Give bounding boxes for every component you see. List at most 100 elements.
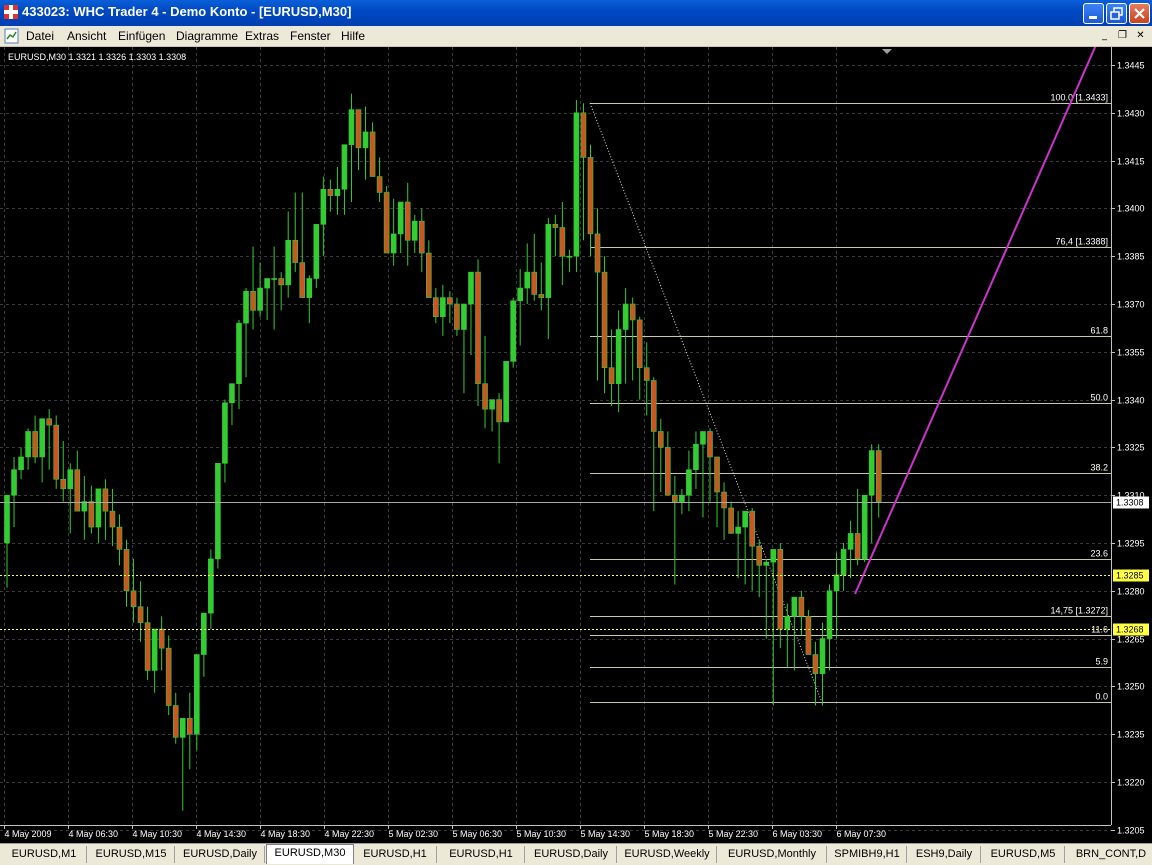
candle-body — [264, 278, 270, 289]
candle-body — [693, 443, 699, 471]
menu-fenster[interactable]: Fenster — [290, 29, 331, 43]
chart-tab[interactable]: EURUSD,H1 — [438, 846, 525, 863]
fib-level-label: 100.0 [1.3433] — [1050, 93, 1108, 103]
chart-tab[interactable]: EURUSD,Monthly — [718, 846, 827, 863]
candle-body — [573, 112, 580, 257]
candle-body — [369, 131, 376, 177]
chart-tab[interactable]: EURUSD,Daily — [526, 846, 617, 863]
candle-body — [334, 188, 341, 196]
candle-body — [222, 402, 228, 464]
candle-body — [179, 717, 186, 738]
chart-tab[interactable]: EURUSD,H1 — [354, 846, 437, 863]
candle-body — [798, 596, 805, 617]
candle-body — [608, 367, 615, 384]
candle-body — [74, 469, 81, 512]
menu-extras[interactable]: Extras — [245, 29, 279, 43]
close-button[interactable] — [1129, 3, 1150, 24]
chart-tab[interactable]: EURUSD,M15 — [88, 846, 175, 863]
bid-price-label: 1.3308 — [1116, 498, 1144, 508]
chart-tab[interactable]: EURUSD,M1 — [2, 846, 87, 863]
candle-body — [348, 109, 355, 145]
candle-body — [545, 224, 552, 298]
time-label: 4 May 2009 — [5, 829, 52, 839]
candle-body — [285, 239, 292, 286]
minimize-button[interactable] — [1083, 3, 1104, 24]
candle-body — [643, 367, 650, 381]
candle-body — [784, 615, 791, 630]
candle-body — [46, 418, 52, 426]
price-label: 1.3445 — [1117, 61, 1145, 71]
candle-body — [566, 255, 573, 258]
chart-tab[interactable]: EURUSD,Weekly — [618, 846, 717, 863]
chart-tab[interactable]: ESH9,Daily — [908, 846, 981, 863]
symbol-info: EURUSD,M30 1.3321 1.3326 1.3303 1.3308 — [8, 52, 186, 62]
menu-diagramme[interactable]: Diagramme — [176, 29, 238, 43]
fib-level-label: 50.0 — [1090, 393, 1108, 403]
chart-tab[interactable]: EURUSD,M5 — [982, 846, 1065, 863]
candle-body — [95, 488, 102, 528]
candle-body — [665, 447, 671, 496]
candle-body — [425, 252, 432, 298]
candle-body — [559, 227, 566, 257]
mdi-close-icon[interactable]: ✕ — [1133, 29, 1148, 43]
fib-level-label: 23.6 — [1090, 549, 1108, 559]
candle-body — [25, 431, 31, 458]
fib-level-label: 61.8 — [1090, 326, 1108, 336]
menu-datei[interactable]: Datei — [26, 29, 54, 43]
price-label: 1.3235 — [1117, 730, 1145, 740]
candle-body — [383, 192, 390, 254]
candle-body — [390, 233, 397, 254]
candle-body — [88, 501, 95, 528]
price-label: 1.3250 — [1117, 682, 1145, 692]
candle-body — [629, 303, 636, 321]
minimize-icon — [1089, 16, 1097, 19]
window-title: 433023: WHC Trader 4 - Demo Konto - [EUR… — [22, 4, 352, 19]
candle-body — [489, 399, 495, 410]
mdi-minimize-icon[interactable]: _ — [1097, 29, 1112, 43]
chart-tab[interactable]: EURUSD,Daily — [176, 846, 265, 863]
candle-body — [468, 271, 474, 305]
candle-body — [496, 399, 502, 423]
candle-body — [714, 456, 720, 493]
candle-body — [433, 297, 439, 318]
candle-body — [615, 329, 622, 384]
price-chart[interactable]: 100.0 [1.3433] 76,4 [1.3388] 61.8 50.0 38.2 2… — [0, 47, 1152, 843]
chart-tab[interactable]: SPMIBH9,H1 — [828, 846, 907, 863]
candle-body — [756, 545, 763, 566]
price-label: 1.3220 — [1117, 778, 1145, 788]
candle-body — [657, 431, 664, 448]
candle-body — [292, 239, 299, 263]
fib-level-label: 38.2 — [1090, 463, 1108, 473]
candle-body — [102, 488, 109, 512]
menu-hilfe[interactable]: Hilfe — [341, 29, 365, 43]
time-label: 5 May 18:30 — [645, 829, 695, 839]
chart-canvas[interactable]: 100.0 [1.3433] 76,4 [1.3388] 61.8 50.0 38.2 2… — [0, 47, 1152, 843]
mdi-restore-icon[interactable]: ❐ — [1115, 29, 1130, 43]
candle-body — [53, 424, 60, 480]
fib-level-label: 0.0 — [1095, 692, 1108, 702]
candle-body — [116, 526, 123, 550]
restore-button[interactable] — [1106, 3, 1127, 24]
close-icon — [1134, 8, 1145, 19]
chart-document-icon[interactable] — [4, 28, 20, 44]
time-label: 4 May 10:30 — [133, 829, 183, 839]
candle-body — [510, 300, 516, 362]
candle-body — [868, 450, 875, 496]
candle-body — [672, 494, 678, 502]
candle-body — [594, 233, 601, 273]
candle-body — [763, 561, 770, 566]
candle-body — [320, 188, 327, 225]
candle-body — [531, 271, 538, 295]
menu-einfuegen[interactable]: Einfügen — [118, 29, 165, 43]
price-label: 1.3280 — [1117, 587, 1145, 597]
chart-tab[interactable]: BRN_CONT,D — [1066, 846, 1152, 863]
app-icon — [4, 5, 18, 19]
candle-body — [482, 383, 488, 410]
candle-body — [777, 549, 784, 630]
candle-body — [404, 201, 411, 241]
candle-body — [826, 590, 833, 639]
menu-ansicht[interactable]: Ansicht — [67, 29, 106, 43]
price-label: 1.3355 — [1117, 348, 1145, 358]
chart-tab[interactable]: EURUSD,M30 — [266, 844, 354, 864]
time-label: 4 May 06:30 — [69, 829, 119, 839]
